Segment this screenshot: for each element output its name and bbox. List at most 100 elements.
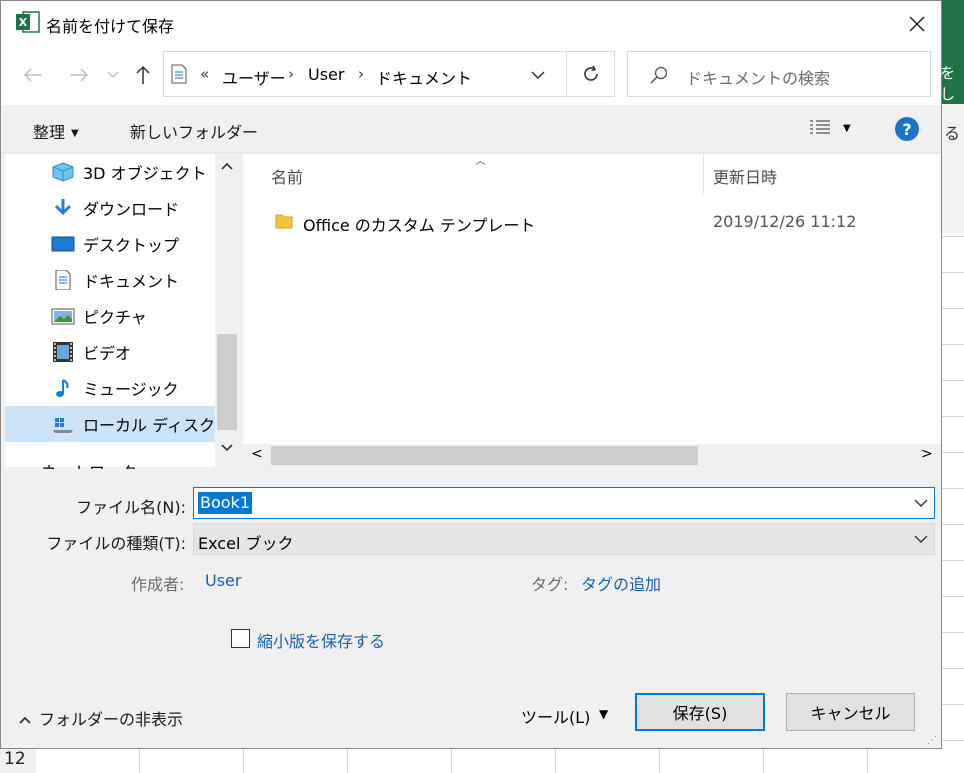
forward-button[interactable] — [65, 59, 93, 91]
file-modified-date: 2019/12/26 11:12 — [713, 212, 857, 231]
help-icon[interactable]: ? — [895, 117, 919, 141]
address-overflow[interactable]: « — [200, 65, 209, 83]
address-dropdown-button[interactable] — [524, 62, 552, 88]
view-options-icon[interactable] — [809, 119, 831, 137]
filetype-select[interactable]: Excel ブック — [193, 523, 935, 555]
sidebar-item-label: ビデオ — [83, 344, 132, 363]
save-as-dialog: X 名前を付けて保存 « ユーザー › User › ドキュメント ドキュメント… — [0, 0, 942, 749]
filename-value[interactable]: Book1 — [198, 492, 252, 514]
breadcrumb-users[interactable]: ユーザー — [222, 65, 286, 89]
breadcrumb-user[interactable]: User — [308, 65, 344, 84]
arrow-left-icon — [23, 68, 42, 82]
scroll-left-icon[interactable]: < — [251, 446, 263, 462]
sidebar-item-label: ドキュメント — [83, 272, 180, 291]
filename-input[interactable]: Book1 — [193, 487, 935, 519]
file-row[interactable]: Office のカスタム テンプレート 2019/12/26 11:12 — [271, 208, 911, 236]
save-thumbnail-label[interactable]: 縮小版を保存する — [257, 628, 385, 652]
tools-dropdown-icon[interactable]: ▼ — [599, 707, 608, 721]
filename-label: ファイル名(N): — [76, 498, 186, 517]
sidebar-item-local-disk[interactable]: ローカル ディスク (C — [5, 406, 215, 442]
sidebar-item-3d-objects[interactable]: 3D オブジェクト — [5, 154, 215, 190]
search-icon — [650, 66, 668, 84]
sidebar-item-downloads[interactable]: ダウンロード — [5, 190, 215, 226]
excel-background-text: をし — [940, 64, 956, 103]
recent-locations-button[interactable] — [99, 59, 127, 91]
address-bar[interactable]: « ユーザー › User › ドキュメント — [163, 51, 615, 97]
breadcrumb-separator-icon[interactable]: › — [358, 65, 364, 83]
hide-folders-toggle[interactable]: フォルダーの非表示 — [19, 706, 183, 730]
scroll-down-icon[interactable] — [221, 444, 233, 452]
chevron-down-icon — [914, 535, 928, 543]
file-list-scrollbar[interactable]: < > — [243, 444, 941, 467]
excel-background-text-2: る — [944, 124, 961, 143]
up-button[interactable] — [129, 59, 157, 91]
breadcrumb-separator-icon[interactable]: › — [288, 65, 294, 83]
resize-grip-icon[interactable]: ⋰ — [927, 735, 937, 746]
command-toolbar: 整理 ▼ 新しいフォルダー ▼ ? — [1, 105, 941, 153]
sort-ascending-icon: ︿ — [475, 154, 486, 167]
column-header-name[interactable]: 名前 — [271, 164, 303, 188]
sidebar-item-network-partial[interactable]: ネットワーク — [41, 459, 137, 469]
organize-button[interactable]: 整理 ▼ — [33, 119, 79, 143]
excel-app-icon: X — [16, 11, 40, 33]
document-icon — [171, 64, 187, 84]
new-folder-button[interactable]: 新しいフォルダー — [130, 119, 258, 143]
column-header-modified[interactable]: 更新日時 — [713, 164, 777, 188]
sidebar-item-desktop[interactable]: デスクトップ — [5, 226, 215, 262]
navigation-bar: « ユーザー › User › ドキュメント ドキュメントの検索 — [1, 47, 941, 105]
chevron-up-icon — [19, 716, 31, 724]
breadcrumb-documents[interactable]: ドキュメント — [376, 65, 472, 89]
author-value[interactable]: User — [205, 571, 241, 590]
navigation-pane: 3D オブジェクト ダウンロード デスクトップ ドキュメント ピクチャ ビデオ … — [5, 154, 239, 467]
scroll-right-icon[interactable]: > — [921, 446, 933, 462]
sidebar-item-label: デスクトップ — [83, 236, 180, 255]
arrow-right-icon — [70, 68, 89, 82]
folder-icon — [275, 214, 293, 229]
sidebar-scroll-thumb[interactable] — [217, 334, 237, 430]
file-list-scroll-thumb[interactable] — [271, 446, 698, 465]
scroll-up-icon[interactable] — [221, 162, 233, 170]
back-button[interactable] — [19, 59, 47, 91]
cancel-button[interactable]: キャンセル — [786, 693, 915, 731]
author-label: 作成者: — [131, 575, 185, 594]
dropdown-arrow-icon: ▼ — [71, 128, 79, 139]
chevron-down-icon[interactable] — [914, 494, 928, 512]
arrow-up-icon — [136, 65, 150, 84]
refresh-icon — [583, 65, 598, 81]
excel-row-number: 12 — [0, 748, 36, 773]
tools-button[interactable]: ツール(L) — [521, 704, 590, 728]
refresh-button[interactable] — [566, 52, 614, 96]
close-icon — [909, 16, 925, 32]
dialog-title: 名前を付けて保存 — [46, 17, 175, 36]
tags-value[interactable]: タグの追加 — [581, 571, 661, 595]
pictures-icon — [51, 308, 75, 325]
sidebar-item-label: ミュージック — [83, 380, 179, 399]
sidebar-item-pictures[interactable]: ピクチャ — [5, 298, 215, 334]
document-icon — [55, 270, 71, 290]
column-divider[interactable] — [703, 154, 704, 194]
disk-icon — [53, 418, 73, 433]
save-thumbnail-checkbox[interactable] — [231, 629, 250, 648]
sidebar-item-documents[interactable]: ドキュメント — [5, 262, 215, 298]
sidebar-item-videos[interactable]: ビデオ — [5, 334, 215, 370]
download-arrow-icon — [54, 199, 72, 216]
hide-folders-label: フォルダーの非表示 — [39, 710, 184, 729]
save-button[interactable]: 保存(S) — [635, 693, 765, 731]
filetype-value: Excel ブック — [198, 534, 294, 553]
sidebar-item-label: 3D オブジェクト — [83, 164, 207, 183]
search-input[interactable]: ドキュメントの検索 — [686, 65, 830, 89]
sidebar-scrollbar[interactable] — [215, 154, 239, 467]
cube-icon — [52, 162, 74, 182]
chevron-down-icon — [531, 71, 545, 79]
tags-label: タグ: — [531, 575, 569, 594]
organize-label: 整理 — [33, 123, 66, 142]
video-icon — [53, 342, 73, 362]
search-box[interactable]: ドキュメントの検索 — [627, 51, 931, 97]
sidebar-item-label: ピクチャ — [83, 308, 147, 327]
excel-icon-letter: X — [19, 16, 28, 29]
sidebar-item-music[interactable]: ミュージック — [5, 370, 215, 406]
close-button[interactable] — [893, 1, 941, 47]
music-icon — [56, 379, 69, 397]
view-dropdown-icon[interactable]: ▼ — [843, 123, 851, 134]
file-name: Office のカスタム テンプレート — [303, 216, 536, 235]
